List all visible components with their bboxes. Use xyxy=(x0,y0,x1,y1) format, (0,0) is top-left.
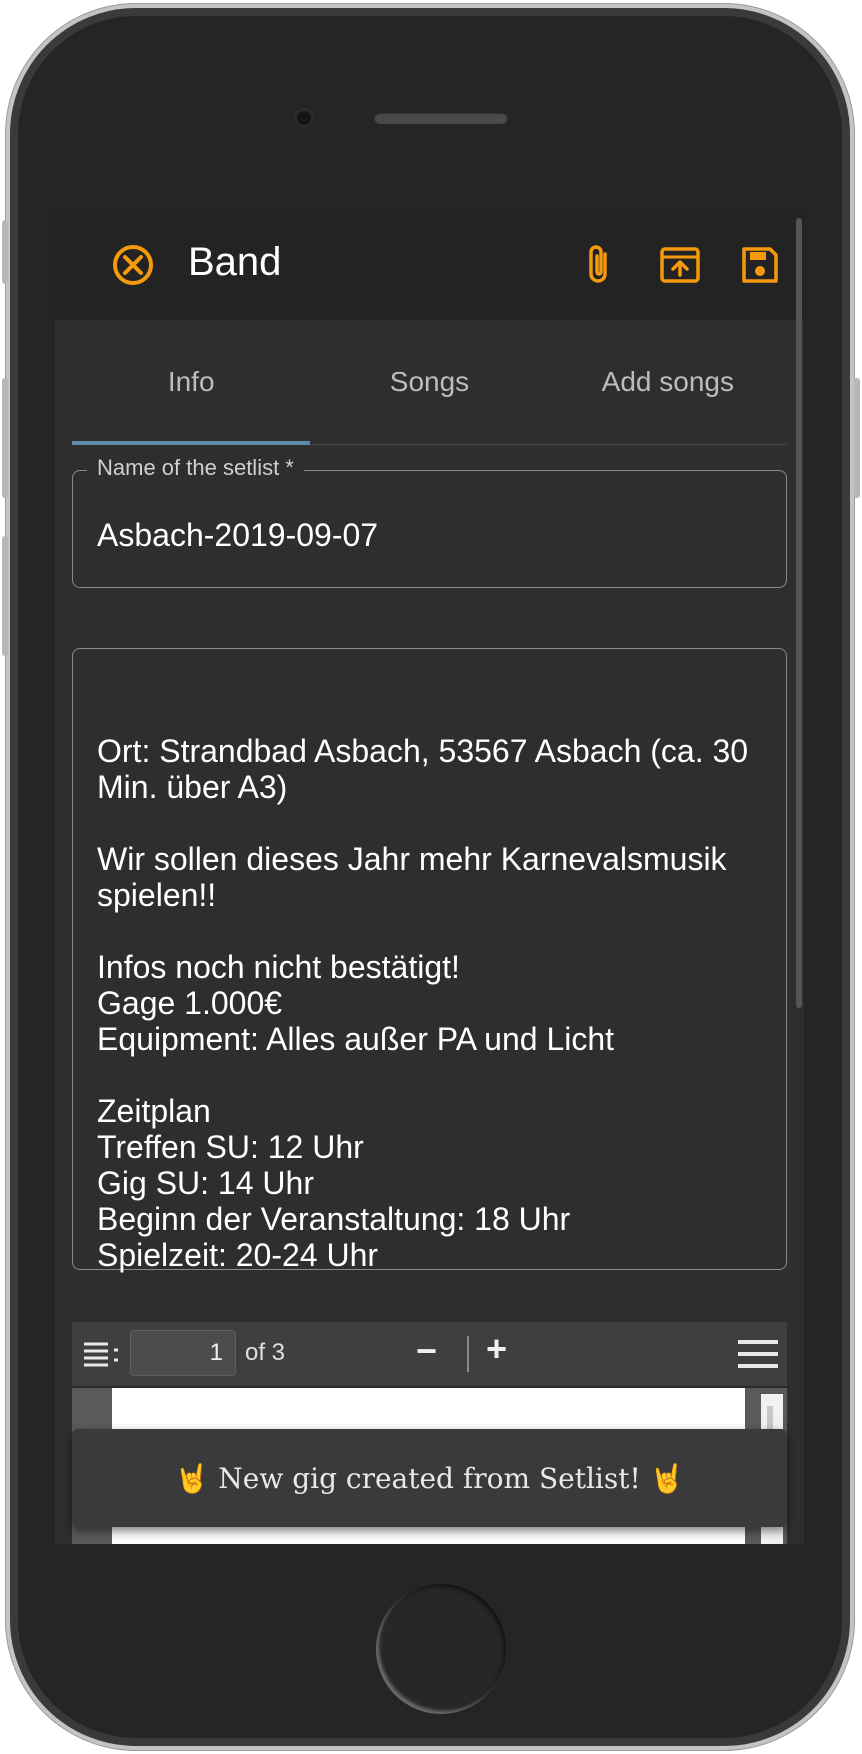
side-button-left-low xyxy=(2,536,8,656)
notes-line xyxy=(97,1057,756,1093)
zoom-separator xyxy=(467,1336,469,1372)
toast-notification: 🤘 New gig created from Setlist! 🤘 xyxy=(72,1429,787,1527)
notes-line: Ort: Strandbad Asbach, 53567 Asbach (ca.… xyxy=(97,733,749,769)
menu-icon[interactable] xyxy=(738,1338,778,1375)
notes-line: Equipment: Alles außer PA und Licht xyxy=(97,1021,615,1057)
zoom-out-button[interactable]: − xyxy=(416,1330,437,1372)
notes-line: Beginn der Veranstaltung: 18 Uhr xyxy=(97,1201,571,1237)
front-camera xyxy=(294,108,314,128)
side-button-right xyxy=(854,378,860,498)
notes-line xyxy=(97,697,756,733)
notes-line: Treffen SU: 12 Uhr xyxy=(97,1129,364,1165)
setlist-name-label: Name of the setlist * xyxy=(87,455,304,481)
pdf-page-count: of 3 xyxy=(245,1339,286,1366)
setlist-name-field[interactable]: Name of the setlist * Asbach-2019-09-07 xyxy=(72,455,787,588)
notes-line: Min. über A3) xyxy=(97,769,288,805)
side-button-left-top xyxy=(2,220,8,284)
tab-songs[interactable]: Songs xyxy=(310,320,548,444)
notes-line: Zeitplan xyxy=(97,1093,211,1129)
tab-bar: Info Songs Add songs xyxy=(72,320,787,445)
notes-line xyxy=(97,913,756,949)
tab-add-songs[interactable]: Add songs xyxy=(549,320,787,444)
pdf-toolbar: 1 of 3 − + xyxy=(72,1322,787,1388)
sidebar-toggle-icon[interactable] xyxy=(82,1340,122,1373)
upload-icon[interactable] xyxy=(652,237,708,293)
notes-line: Infos noch nicht bestätigt! xyxy=(97,949,460,985)
save-icon[interactable] xyxy=(732,237,788,293)
notes-line: Gig SU: 14 Uhr xyxy=(97,1165,314,1201)
close-circle-icon[interactable] xyxy=(105,237,161,293)
notes-line: Gage 1.000€ xyxy=(97,985,283,1021)
home-button[interactable] xyxy=(376,1584,506,1714)
attach-icon[interactable] xyxy=(571,237,627,293)
notes-text: Ort: Strandbad Asbach, 53567 Asbach (ca.… xyxy=(97,697,756,1273)
page-scrollbar[interactable] xyxy=(796,218,802,1008)
app-bar: Band xyxy=(55,210,804,320)
notes-line: Spielzeit: 20-24 Uhr xyxy=(97,1237,379,1273)
page-title: Band xyxy=(188,240,282,284)
speaker-grille xyxy=(374,112,508,124)
setlist-name-value: Asbach-2019-09-07 xyxy=(97,517,379,553)
pdf-page-input[interactable]: 1 xyxy=(130,1330,236,1376)
notes-line xyxy=(97,805,756,841)
notes-line: spielen!! xyxy=(97,877,217,913)
zoom-in-button[interactable]: + xyxy=(486,1328,507,1370)
notes-line: Wir sollen dieses Jahr mehr Karnevalsmus… xyxy=(97,841,727,877)
app-screen: Band Info Songs Add songs Name of the se… xyxy=(55,210,804,1544)
side-button-left-mid xyxy=(2,378,8,498)
notes-field[interactable]: Ort: Strandbad Asbach, 53567 Asbach (ca.… xyxy=(72,648,787,1273)
tab-info[interactable]: Info xyxy=(72,320,311,445)
